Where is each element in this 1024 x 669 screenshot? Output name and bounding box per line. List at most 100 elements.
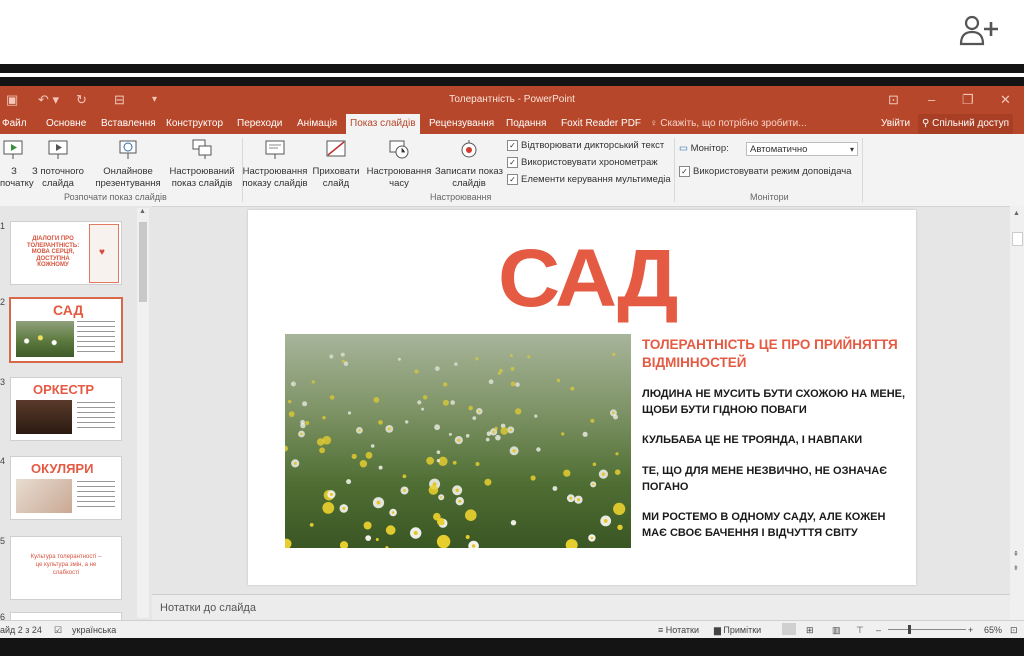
setup-show-button[interactable]: Настроювання показу слайдів (240, 138, 310, 190)
flower-blossom (448, 432, 452, 436)
comments-toggle[interactable]: ▆ Примітки (714, 625, 761, 636)
thumb-number: 2 (0, 297, 6, 307)
notes-pane[interactable]: Нотатки до слайда (152, 594, 1010, 620)
next-slide-icon[interactable]: ⇟ (1013, 564, 1019, 572)
add-person-icon[interactable] (958, 14, 1002, 48)
scroll-thumb[interactable] (1012, 232, 1023, 246)
tab-insert[interactable]: Вставлення (101, 114, 156, 134)
present-online-button[interactable]: Онлайнове презентування (92, 138, 164, 190)
tell-me-box[interactable]: ♀ Скажіть, що потрібно зробити... (650, 114, 807, 134)
tab-slide-show[interactable]: Показ слайдів (346, 114, 420, 134)
slide-sorter-icon[interactable]: ⊞ (806, 625, 814, 636)
tab-animations[interactable]: Анімація (297, 114, 337, 134)
normal-view-icon[interactable] (782, 623, 796, 635)
tab-transitions[interactable]: Переходи (237, 114, 282, 134)
slide-subtitle[interactable]: ТОЛЕРАНТНІСТЬ ЦЕ ПРО ПРИЙНЯТТЯ ВІДМІННОС… (642, 336, 912, 372)
slideshow-view-icon[interactable]: ⊤ (856, 625, 864, 636)
language-indicator[interactable]: українська (72, 625, 116, 635)
slide-thumbnail-5[interactable]: Культура толерантності – це культура змі… (10, 536, 122, 600)
flower-center (577, 498, 580, 502)
presenter-view-checkbox[interactable]: ✓ Використовувати режим доповідача (679, 166, 852, 177)
previous-slide-icon[interactable]: ⇞ (1013, 550, 1019, 558)
hide-slide-button[interactable]: Приховати слайд (310, 138, 362, 190)
zoom-slider-handle[interactable] (908, 625, 911, 634)
flower-blossom (329, 354, 334, 359)
thumb-title: ОРКЕСТР (33, 382, 95, 397)
setup-show-icon (265, 140, 285, 159)
rehearse-timings-button[interactable]: Настроювання часу (364, 138, 434, 190)
flower-blossom (510, 366, 515, 371)
flower-blossom (534, 414, 538, 418)
flower-blossom (436, 459, 440, 463)
tab-design[interactable]: Конструктор (166, 114, 223, 134)
group-start-label: Розпочати показ слайдів (64, 192, 167, 202)
flower-field-image (285, 334, 631, 548)
sign-in-link[interactable]: Увійти (881, 114, 910, 134)
from-beginning-button[interactable]: З початку (0, 138, 34, 190)
flower-blossom (322, 502, 335, 514)
slide-paragraph-4[interactable]: МИ РОСТЕМО В ОДНОМУ САДУ, АЛЕ КОЖЕН МАЄ … (642, 510, 912, 541)
zoom-slider[interactable] (888, 629, 966, 630)
flower-blossom (302, 401, 308, 407)
record-show-icon (461, 140, 477, 158)
timings-checkbox[interactable]: ✓ Використовувати хронометраж (507, 157, 658, 168)
thumb-number: 5 (0, 536, 6, 546)
monitor-select[interactable]: Автоматично ▾ (746, 142, 858, 156)
close-icon[interactable]: ✕ (1000, 92, 1011, 108)
flower-blossom (452, 460, 457, 465)
reading-view-icon[interactable]: ▥ (832, 625, 841, 636)
tab-review[interactable]: Рецензування (429, 114, 494, 134)
slide-canvas[interactable]: САД ТОЛЕРАНТНІСТЬ ЦЕ ПРО ПРИЙНЯТТЯ ВІДМІ… (248, 210, 916, 585)
zoom-in-icon[interactable]: + (968, 625, 973, 635)
flower-blossom (613, 502, 626, 515)
slide-heading[interactable]: САД (498, 238, 678, 320)
tab-foxit[interactable]: Foxit Reader PDF (561, 114, 641, 134)
flower-blossom (495, 434, 501, 441)
flower-blossom (556, 378, 561, 383)
flower-center (457, 438, 461, 442)
flower-blossom (421, 407, 425, 411)
custom-show-icon (192, 139, 212, 159)
slide-thumbnail-2[interactable]: САД (9, 297, 123, 363)
chamomile-photo[interactable] (285, 334, 631, 548)
flower-blossom (373, 397, 380, 403)
ribbon-options-icon[interactable]: ⊡ (888, 92, 899, 108)
tab-home[interactable]: Основне (46, 114, 86, 134)
slide-paragraph-3[interactable]: ТЕ, ЩО ДЛЯ МЕНЕ НЕЗВИЧНО, НЕ ОЗНАЧАЄ ПОГ… (642, 464, 912, 495)
from-current-button[interactable]: З поточного слайда (28, 138, 88, 190)
flower-center (471, 544, 476, 548)
slide-scrollbar[interactable]: ▲ ⇞ ⇟ (1010, 206, 1024, 620)
custom-show-button[interactable]: Настроюваний показ слайдів (166, 138, 238, 190)
thumbnail-scrollbar[interactable]: ▲ (137, 208, 149, 618)
record-show-button[interactable]: Записати показ слайдів (434, 138, 504, 190)
minimize-icon[interactable]: – (928, 92, 935, 107)
scroll-thumb[interactable] (139, 222, 147, 302)
narrations-checkbox[interactable]: ✓ Відтворювати дикторський текст (507, 140, 664, 151)
tab-view[interactable]: Подання (506, 114, 546, 134)
flower-center (391, 511, 395, 514)
share-button[interactable]: ⚲ Спільний доступ (918, 114, 1013, 134)
slide-paragraph-1[interactable]: ЛЮДИНА НЕ МУСИТЬ БУТИ СХОЖОЮ НА МЕНЕ, ЩО… (642, 387, 912, 418)
slide-thumbnail-4[interactable]: ОКУЛЯРИ (10, 456, 122, 520)
scroll-up-icon[interactable]: ▲ (139, 208, 146, 215)
powerpoint-window: ▣ ↶ ▾ ↻ ⊟ ▾ Толерантність - PowerPoint ⊡… (0, 86, 1024, 638)
fit-to-window-icon[interactable]: ⊡ (1010, 625, 1018, 636)
maximize-icon[interactable]: ❐ (962, 92, 974, 108)
narrations-label: Відтворювати дикторський текст (521, 140, 665, 152)
zoom-out-icon[interactable]: – (876, 625, 881, 635)
zoom-level[interactable]: 65% (984, 625, 1002, 635)
scroll-up-icon[interactable]: ▲ (1013, 210, 1020, 217)
media-controls-checkbox[interactable]: ✓ Елементи керування мультимедіа (507, 174, 671, 185)
lightbulb-icon: ♀ (650, 118, 661, 129)
monitor-icon: ▭ (679, 143, 691, 154)
hide-slide-icon (326, 140, 346, 157)
spellcheck-icon[interactable]: ☑ (54, 625, 62, 636)
notes-toggle[interactable]: ≡ Нотатки (658, 625, 699, 635)
flower-center (413, 531, 418, 535)
tab-file[interactable]: Файл (2, 114, 27, 134)
flower-blossom (617, 524, 623, 530)
ribbon-separator (862, 138, 863, 202)
slide-paragraph-2[interactable]: КУЛЬБАБА ЦЕ НЕ ТРОЯНДА, І НАВПАКИ (642, 433, 912, 449)
slide-thumbnail-3[interactable]: ОРКЕСТР (10, 377, 122, 441)
slide-thumbnail-1[interactable]: ДІАЛОГИ ПРО ТОЛЕРАНТНІСТЬ: МОВА СЕРЦЯ, Д… (10, 221, 122, 285)
